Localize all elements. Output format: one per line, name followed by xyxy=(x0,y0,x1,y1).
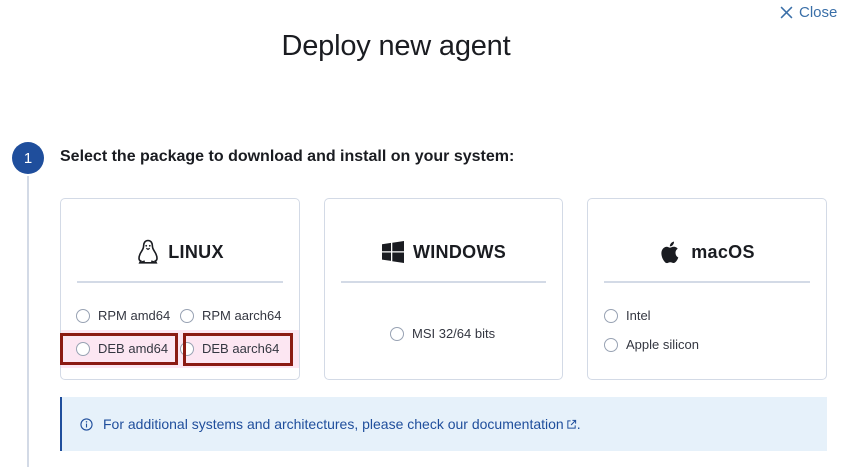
radio-circle[interactable] xyxy=(76,341,90,356)
linux-card-header: LINUX xyxy=(77,239,283,283)
radio-label: DEB amd64 xyxy=(98,341,169,356)
radio-label: DEB aarch64 xyxy=(202,341,280,356)
radio-circle[interactable] xyxy=(604,337,618,352)
linux-label: LINUX xyxy=(168,242,224,262)
windows-label: WINDOWS xyxy=(412,242,507,262)
macos-card-header: macOS xyxy=(604,239,810,283)
radio-msi-32-64[interactable]: MSI 32/64 bits xyxy=(390,326,495,341)
radio-intel[interactable]: Intel xyxy=(604,308,651,323)
radio-label: RPM aarch64 xyxy=(202,308,282,323)
radio-circle[interactable] xyxy=(180,308,194,323)
close-icon xyxy=(780,6,793,19)
step-title: Select the package to download and insta… xyxy=(60,148,515,165)
radio-label: Apple silicon xyxy=(626,337,699,352)
linux-tux-icon xyxy=(136,239,160,265)
radio-circle[interactable] xyxy=(604,308,618,323)
close-button[interactable]: Close xyxy=(780,4,837,21)
callout-text: For additional systems and architectures… xyxy=(103,416,581,432)
radio-label: Intel xyxy=(626,308,651,323)
radio-deb-amd64[interactable]: DEB amd64 xyxy=(76,341,168,356)
apple-logo-icon xyxy=(659,239,683,265)
windows-card: WINDOWS xyxy=(324,198,563,380)
page-title: Deploy new agent xyxy=(281,30,511,62)
radio-deb-aarch64[interactable]: DEB aarch64 xyxy=(180,341,279,356)
close-label: Close xyxy=(799,4,838,21)
info-icon xyxy=(80,417,93,431)
radio-circle[interactable] xyxy=(76,308,90,323)
macos-card: macOS xyxy=(587,198,827,380)
radio-circle[interactable] xyxy=(180,341,194,356)
radio-rpm-aarch64[interactable]: RPM aarch64 xyxy=(180,308,281,323)
radio-label: RPM amd64 xyxy=(98,308,171,323)
radio-label: MSI 32/64 bits xyxy=(412,326,496,341)
macos-label: macOS xyxy=(691,242,755,262)
windows-logo-icon xyxy=(381,239,405,265)
step-connector-line xyxy=(27,176,29,467)
external-link-icon xyxy=(567,419,576,429)
info-callout: For additional systems and architectures… xyxy=(60,397,827,451)
windows-card-header: WINDOWS xyxy=(341,239,546,283)
radio-apple-silicon[interactable]: Apple silicon xyxy=(604,337,699,352)
documentation-link[interactable]: documentation xyxy=(472,416,577,432)
radio-rpm-amd64[interactable]: RPM amd64 xyxy=(76,308,170,323)
radio-circle[interactable] xyxy=(390,326,404,341)
step-number-badge: 1 xyxy=(12,142,44,174)
